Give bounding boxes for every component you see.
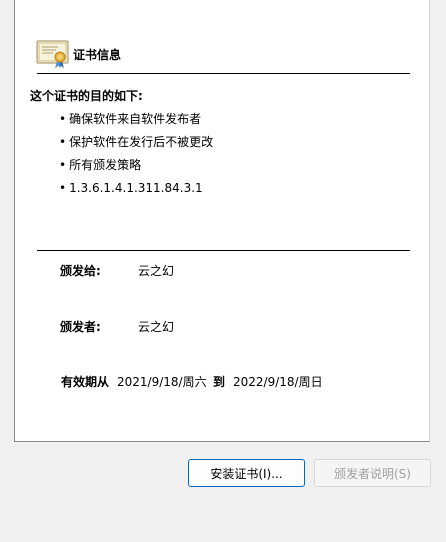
purpose-item: • 确保软件来自软件发布者 <box>59 112 202 126</box>
valid-to-label: 到 <box>213 375 226 389</box>
issued-by-value: 云之幻 <box>138 320 175 334</box>
valid-from-date: 2021/9/18/周六 <box>117 375 207 389</box>
valid-to-date: 2022/9/18/周日 <box>233 375 323 389</box>
issued-to-label: 颁发给: <box>60 264 101 278</box>
purpose-item: • 1.3.6.1.4.1.311.84.3.1 <box>59 181 203 195</box>
purpose-list: • 确保软件来自软件发布者 • 保护软件在发行后不被更改 • 所有颁发策略 • 1.3.… <box>59 111 213 203</box>
certificate-info-panel: 证书信息 这个证书的目的如下: • 确保软件来自软件发布者 • 保护软件在发行后不被… <box>14 0 430 442</box>
issued-by-label: 颁发者: <box>60 320 101 334</box>
header-divider <box>37 73 410 74</box>
purpose-item: • 保护软件在发行后不被更改 <box>59 135 214 149</box>
purpose-item: • 所有颁发策略 <box>59 158 142 172</box>
install-certificate-button[interactable]: 安装证书(I)... <box>188 459 305 487</box>
purpose-heading: 这个证书的目的如下: <box>30 89 143 103</box>
issued-to-value: 云之幻 <box>138 264 175 278</box>
details-divider <box>37 250 410 251</box>
certificate-icon <box>36 40 69 68</box>
issuer-statement-button[interactable]: 颁发者说明(S) <box>314 459 431 487</box>
dialog-section-title: 证书信息 <box>73 48 122 62</box>
valid-from-label: 有效期从 <box>61 375 110 389</box>
